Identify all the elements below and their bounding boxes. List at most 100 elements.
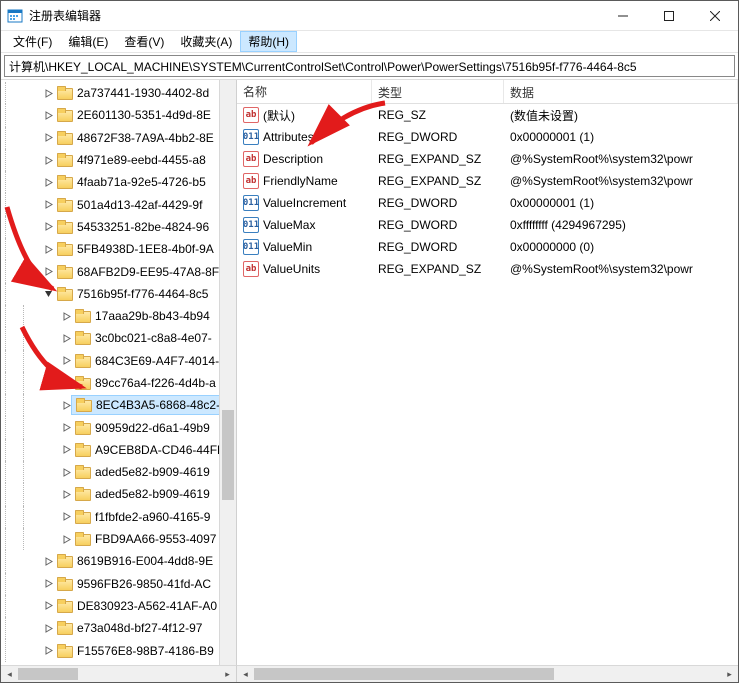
tree-item[interactable]: 684C3E69-A4F7-4014- <box>1 350 236 372</box>
expand-icon[interactable] <box>41 108 55 122</box>
tree-item[interactable]: 2a737441-1930-4402-8d <box>1 82 236 104</box>
tree-item[interactable]: 54533251-82be-4824-96 <box>1 216 236 238</box>
expand-icon[interactable] <box>41 265 55 279</box>
tree-item[interactable]: 68AFB2D9-EE95-47A8-8F <box>1 260 236 282</box>
scroll-left-icon[interactable]: ◂ <box>237 666 254 682</box>
menu-file[interactable]: 文件(F) <box>5 31 60 52</box>
expand-icon[interactable] <box>59 510 73 524</box>
tree-item[interactable]: A9CEB8DA-CD46-44FE <box>1 439 236 461</box>
tree-item[interactable]: 2E601130-5351-4d9d-8E <box>1 104 236 126</box>
scrollbar-thumb[interactable] <box>222 410 234 500</box>
expand-icon[interactable] <box>41 131 55 145</box>
values-horizontal-scrollbar[interactable]: ◂ ▸ <box>237 665 738 682</box>
expand-icon[interactable] <box>41 175 55 189</box>
tree-item[interactable]: 8619B916-E004-4dd8-9E <box>1 550 236 572</box>
tree-item[interactable]: 4f971e89-eebd-4455-a8 <box>1 149 236 171</box>
folder-icon <box>57 220 73 234</box>
value-row[interactable]: abDescriptionREG_EXPAND_SZ@%SystemRoot%\… <box>237 148 738 170</box>
menu-edit[interactable]: 编辑(E) <box>60 31 116 52</box>
expand-icon[interactable] <box>41 621 55 635</box>
tree-item[interactable]: 89cc76a4-f226-4d4b-a <box>1 372 236 394</box>
column-header-name[interactable]: 名称 <box>237 80 372 103</box>
tree-item[interactable]: 7516b95f-f776-4464-8c5 <box>1 283 236 305</box>
regedit-icon <box>7 8 23 24</box>
scroll-left-icon[interactable]: ◂ <box>1 666 18 682</box>
tree-item[interactable]: 501a4d13-42af-4429-9f <box>1 193 236 215</box>
expand-icon[interactable] <box>41 577 55 591</box>
scroll-right-icon[interactable]: ▸ <box>721 666 738 682</box>
tree-item[interactable]: 9596FB26-9850-41fd-AC <box>1 573 236 595</box>
maximize-button[interactable] <box>646 1 692 30</box>
folder-icon <box>75 443 91 457</box>
scrollbar-thumb[interactable] <box>18 668 78 680</box>
value-row[interactable]: abFriendlyNameREG_EXPAND_SZ@%SystemRoot%… <box>237 170 738 192</box>
scrollbar-thumb[interactable] <box>254 668 554 680</box>
tree-item[interactable]: 8EC4B3A5-6868-48c2- <box>1 394 236 416</box>
folder-icon <box>75 376 91 390</box>
folder-icon <box>57 577 73 591</box>
tree-vertical-scrollbar[interactable] <box>219 80 236 665</box>
minimize-button[interactable] <box>600 1 646 30</box>
expand-icon[interactable] <box>41 599 55 613</box>
tree-item[interactable]: DE830923-A562-41AF-A0 <box>1 595 236 617</box>
expand-icon[interactable] <box>59 331 73 345</box>
values-header[interactable]: 名称 类型 数据 <box>237 80 738 104</box>
tree-horizontal-scrollbar[interactable]: ◂ ▸ <box>1 665 237 682</box>
menu-help[interactable]: 帮助(H) <box>240 31 297 52</box>
tree-item-label: e73a048d-bf27-4f12-97 <box>77 621 206 635</box>
menu-favorites[interactable]: 收藏夹(A) <box>172 31 240 52</box>
expand-icon[interactable] <box>41 198 55 212</box>
expand-icon[interactable] <box>59 376 73 390</box>
values-pane[interactable]: 名称 类型 数据 ab(默认)REG_SZ(数值未设置)011Attribute… <box>237 80 738 665</box>
expand-icon[interactable] <box>59 421 73 435</box>
value-row[interactable]: 011ValueIncrementREG_DWORD0x00000001 (1) <box>237 192 738 214</box>
expand-icon[interactable] <box>41 644 55 658</box>
expand-icon[interactable] <box>59 465 73 479</box>
expand-icon[interactable] <box>41 220 55 234</box>
tree-item[interactable]: f1fbfde2-a960-4165-9 <box>1 506 236 528</box>
address-bar[interactable]: 计算机\HKEY_LOCAL_MACHINE\SYSTEM\CurrentCon… <box>4 55 735 77</box>
value-name: ValueMin <box>263 240 312 254</box>
expand-icon[interactable] <box>59 309 73 323</box>
column-header-type[interactable]: 类型 <box>372 80 504 103</box>
tree-item[interactable]: e73a048d-bf27-4f12-97 <box>1 617 236 639</box>
expand-icon[interactable] <box>59 532 73 546</box>
column-header-data[interactable]: 数据 <box>504 80 738 103</box>
tree-item-label: 54533251-82be-4824-96 <box>77 220 213 234</box>
expand-icon[interactable] <box>41 242 55 256</box>
tree-item[interactable]: 5FB4938D-1EE8-4b0f-9A <box>1 238 236 260</box>
close-button[interactable] <box>692 1 738 30</box>
value-row[interactable]: 011ValueMinREG_DWORD0x00000000 (0) <box>237 236 738 258</box>
expand-icon[interactable] <box>59 487 73 501</box>
tree-item[interactable]: aded5e82-b909-4619 <box>1 461 236 483</box>
tree-item-label: 4f971e89-eebd-4455-a8 <box>77 153 210 167</box>
string-value-icon: ab <box>243 107 259 123</box>
tree-item[interactable]: FBD9AA66-9553-4097 <box>1 528 236 550</box>
expand-icon[interactable] <box>59 443 73 457</box>
tree-item[interactable]: aded5e82-b909-4619 <box>1 483 236 505</box>
tree-item[interactable]: 3c0bc021-c8a8-4e07- <box>1 327 236 349</box>
menu-view[interactable]: 查看(V) <box>116 31 172 52</box>
expand-icon[interactable] <box>41 554 55 568</box>
tree-item[interactable]: F15576E8-98B7-4186-B9 <box>1 639 236 661</box>
tree-pane[interactable]: 2a737441-1930-4402-8d2E601130-5351-4d9d-… <box>1 80 237 665</box>
titlebar[interactable]: 注册表编辑器 <box>1 1 738 31</box>
collapse-icon[interactable] <box>41 287 55 301</box>
scroll-right-icon[interactable]: ▸ <box>219 666 236 682</box>
tree-item-label: 8EC4B3A5-6868-48c2- <box>96 398 224 412</box>
expand-icon[interactable] <box>41 153 55 167</box>
folder-icon <box>57 86 73 100</box>
value-type: REG_DWORD <box>372 218 504 232</box>
folder-icon <box>57 198 73 212</box>
tree-item[interactable]: 48672F38-7A9A-4bb2-8E <box>1 127 236 149</box>
tree-item[interactable]: 90959d22-d6a1-49b9 <box>1 416 236 438</box>
expand-icon[interactable] <box>41 86 55 100</box>
tree-item-label: DE830923-A562-41AF-A0 <box>77 599 221 613</box>
value-row[interactable]: ab(默认)REG_SZ(数值未设置) <box>237 104 738 126</box>
value-row[interactable]: abValueUnitsREG_EXPAND_SZ@%SystemRoot%\s… <box>237 258 738 280</box>
tree-item[interactable]: 4faab71a-92e5-4726-b5 <box>1 171 236 193</box>
value-row[interactable]: 011ValueMaxREG_DWORD0xffffffff (42949672… <box>237 214 738 236</box>
tree-item[interactable]: 17aaa29b-8b43-4b94 <box>1 305 236 327</box>
value-row[interactable]: 011AttributesREG_DWORD0x00000001 (1) <box>237 126 738 148</box>
expand-icon[interactable] <box>59 354 73 368</box>
